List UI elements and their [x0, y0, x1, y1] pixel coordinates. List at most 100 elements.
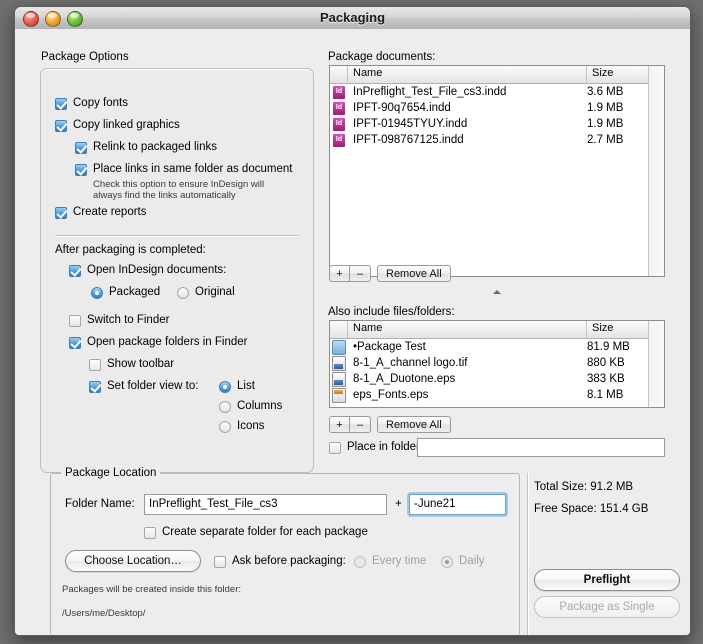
- folder-name-input[interactable]: InPreflight_Test_File_cs3: [144, 494, 387, 515]
- relink-label: Relink to packaged links: [93, 141, 218, 153]
- list-item[interactable]: eps_Fonts.eps 8.1 MB: [330, 387, 664, 403]
- item-name: •Package Test: [353, 341, 426, 353]
- document-name: InPreflight_Test_File_cs3.indd: [353, 86, 507, 98]
- window-title: Packaging: [319, 10, 386, 25]
- show-toolbar-row[interactable]: Show toolbar: [89, 358, 174, 371]
- table-row[interactable]: IPFT-90q7654.indd 1.9 MB: [330, 100, 664, 116]
- view-icons-label: Icons: [237, 420, 265, 432]
- list-item[interactable]: •Package Test 81.9 MB: [330, 339, 664, 355]
- create-reports-row[interactable]: Create reports: [55, 206, 147, 219]
- place-links-hint-line1: Check this option to ensure InDesign wil…: [93, 179, 265, 190]
- place-in-folder-label: Place in folder:: [347, 441, 424, 453]
- indesign-document-icon: [330, 101, 348, 115]
- open-indesign-docs-row[interactable]: Open InDesign documents:: [69, 264, 226, 277]
- place-in-folder-row[interactable]: Place in folder:: [329, 441, 423, 454]
- remove-all-files-button[interactable]: Remove All: [377, 416, 451, 433]
- switch-to-finder-row[interactable]: Switch to Finder: [69, 314, 169, 327]
- document-name: IPFT-01945TYUY.indd: [353, 118, 468, 130]
- packaged-radio[interactable]: [91, 287, 103, 299]
- also-include-scrollbar[interactable]: [648, 321, 664, 407]
- table-row[interactable]: IPFT-098767125.indd 2.7 MB: [330, 132, 664, 148]
- header-name[interactable]: Name: [348, 66, 587, 83]
- set-folder-view-row[interactable]: Set folder view to:: [89, 380, 198, 393]
- copy-linked-graphics-checkbox[interactable]: [55, 120, 67, 132]
- list-item[interactable]: 8-1_A_Duotone.eps 383 KB: [330, 371, 664, 387]
- remove-document-button[interactable]: –: [350, 265, 371, 282]
- relink-row[interactable]: Relink to packaged links: [75, 141, 217, 154]
- also-include-rows: •Package Test 81.9 MB 8-1_A_channel logo…: [330, 339, 664, 403]
- header-icon-col: [330, 321, 348, 338]
- packaging-window: Packaging Package Options Copy fonts Cop…: [14, 6, 691, 636]
- view-list-radio[interactable]: [219, 381, 231, 393]
- set-folder-view-checkbox[interactable]: [89, 381, 101, 393]
- choose-location-button[interactable]: Choose Location…: [65, 550, 201, 572]
- preflight-button[interactable]: Preflight: [534, 569, 680, 591]
- package-documents-scrollbar[interactable]: [648, 66, 664, 276]
- header-size[interactable]: Size: [587, 66, 649, 83]
- create-separate-folder-row[interactable]: Create separate folder for each package: [144, 526, 368, 539]
- header-size[interactable]: Size: [587, 321, 649, 338]
- disclosure-caret-icon[interactable]: [493, 290, 501, 294]
- ask-before-packaging-row[interactable]: Ask before packaging:: [214, 555, 346, 568]
- remove-file-button[interactable]: –: [350, 416, 371, 433]
- total-size-label: Total Size: 91.2 MB: [534, 481, 634, 493]
- place-in-folder-input[interactable]: [417, 438, 665, 457]
- open-indesign-docs-label: Open InDesign documents:: [87, 264, 227, 276]
- package-documents-list[interactable]: Name Size InPreflight_Test_File_cs3.indd…: [329, 65, 665, 277]
- header-icon-col: [330, 66, 348, 83]
- indesign-document-icon: [330, 85, 348, 99]
- window-titlebar[interactable]: Packaging: [15, 7, 690, 30]
- open-package-folders-checkbox[interactable]: [69, 337, 81, 349]
- copy-linked-graphics-row[interactable]: Copy linked graphics: [55, 119, 180, 132]
- remove-all-documents-button[interactable]: Remove All: [377, 265, 451, 282]
- place-links-row[interactable]: Place links in same folder as document: [75, 163, 292, 176]
- create-separate-folder-checkbox[interactable]: [144, 527, 156, 539]
- document-name: IPFT-90q7654.indd: [353, 102, 451, 114]
- options-separator: [55, 235, 298, 237]
- view-columns-radio[interactable]: [219, 401, 231, 413]
- view-icons-radio[interactable]: [219, 421, 231, 433]
- place-links-checkbox[interactable]: [75, 164, 87, 176]
- place-links-label: Place links in same folder as document: [93, 163, 293, 175]
- create-reports-checkbox[interactable]: [55, 207, 67, 219]
- add-file-button[interactable]: +: [329, 416, 350, 433]
- window-content: Package Options Copy fonts Copy linked g…: [15, 29, 690, 635]
- add-document-button[interactable]: +: [329, 265, 350, 282]
- set-folder-view-label: Set folder view to:: [107, 380, 199, 392]
- open-indesign-docs-checkbox[interactable]: [69, 265, 81, 277]
- header-name[interactable]: Name: [348, 321, 587, 338]
- switch-to-finder-label: Switch to Finder: [87, 314, 170, 326]
- also-include-list[interactable]: Name Size •Package Test 81.9 MB 8-1_A_ch…: [329, 320, 665, 408]
- view-columns-row[interactable]: Columns: [219, 400, 282, 413]
- table-row[interactable]: IPFT-01945TYUY.indd 1.9 MB: [330, 116, 664, 132]
- every-time-label: Every time: [372, 555, 427, 567]
- copy-fonts-row[interactable]: Copy fonts: [55, 97, 128, 110]
- copy-linked-graphics-label: Copy linked graphics: [73, 119, 180, 131]
- show-toolbar-checkbox[interactable]: [89, 359, 101, 371]
- item-name: 8-1_A_Duotone.eps: [353, 373, 456, 385]
- original-radio[interactable]: [177, 287, 189, 299]
- ask-before-packaging-checkbox[interactable]: [214, 556, 226, 568]
- also-include-add-remove: + –: [329, 416, 371, 433]
- package-location-path: /Users/me/Desktop/: [62, 608, 146, 619]
- view-icons-row[interactable]: Icons: [219, 420, 265, 433]
- radio-original-row[interactable]: Original: [177, 286, 235, 299]
- document-size: 2.7 MB: [587, 134, 624, 146]
- free-space-label: Free Space: 151.4 GB: [534, 503, 649, 515]
- package-location-title: Package Location: [61, 467, 161, 479]
- switch-to-finder-checkbox[interactable]: [69, 315, 81, 327]
- radio-packaged-row[interactable]: Packaged: [91, 286, 160, 299]
- create-reports-label: Create reports: [73, 206, 147, 218]
- document-size: 1.9 MB: [587, 102, 624, 114]
- table-row[interactable]: InPreflight_Test_File_cs3.indd 3.6 MB: [330, 84, 664, 100]
- copy-fonts-checkbox[interactable]: [55, 98, 67, 110]
- place-in-folder-checkbox[interactable]: [329, 442, 341, 454]
- item-size: 8.1 MB: [587, 389, 624, 401]
- relink-checkbox[interactable]: [75, 142, 87, 154]
- daily-label: Daily: [459, 555, 485, 567]
- folder-icon: [330, 339, 348, 355]
- folder-suffix-input[interactable]: -June21: [409, 494, 506, 515]
- open-package-folders-row[interactable]: Open package folders in Finder: [69, 336, 247, 349]
- view-list-row[interactable]: List: [219, 380, 255, 393]
- list-item[interactable]: 8-1_A_channel logo.tif 880 KB: [330, 355, 664, 371]
